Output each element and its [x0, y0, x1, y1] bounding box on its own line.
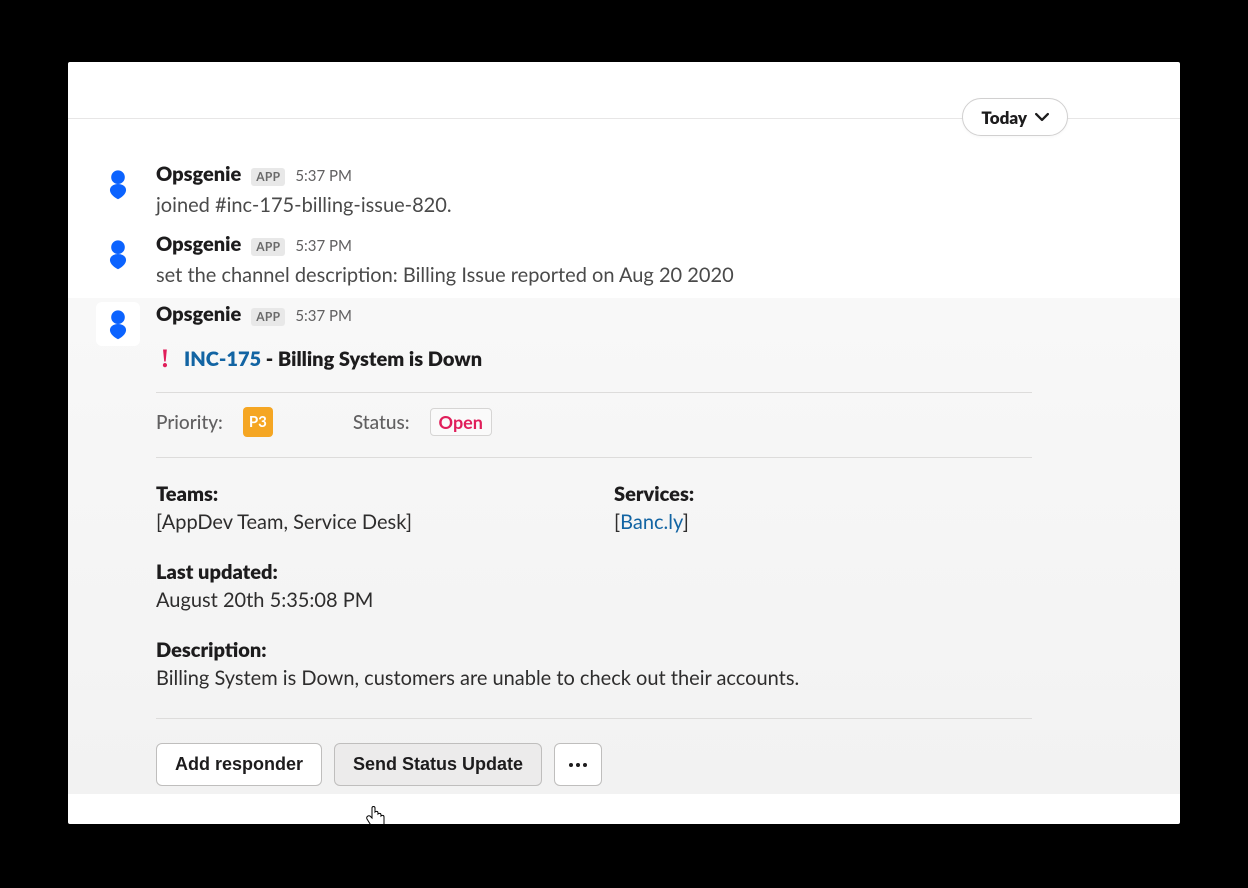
priority-status-row: Priority: P3 Status: Open	[156, 407, 1032, 437]
app-badge: APP	[251, 308, 285, 326]
send-status-update-button[interactable]: Send Status Update	[334, 743, 542, 786]
message-content: Opsgenie APP 5:37 PM set the channel des…	[156, 230, 1152, 290]
opsgenie-icon	[101, 167, 135, 201]
avatar-gutter	[96, 230, 144, 290]
priority-label: Priority:	[156, 411, 223, 434]
message-header: Opsgenie APP 5:37 PM	[156, 300, 1152, 328]
app-badge: APP	[251, 168, 285, 186]
add-responder-button[interactable]: Add responder	[156, 743, 322, 786]
avatar[interactable]	[96, 162, 140, 206]
timestamp[interactable]: 5:37 PM	[295, 166, 352, 187]
more-actions-button[interactable]	[554, 743, 602, 786]
card-divider	[156, 718, 1032, 719]
timestamp[interactable]: 5:37 PM	[295, 236, 352, 257]
incident-title: ! INC-175 - Billing System is Down	[156, 346, 1032, 372]
field-services: Services: [Banc.ly]	[614, 482, 1032, 534]
avatar[interactable]	[96, 302, 140, 346]
app-badge: APP	[251, 238, 285, 256]
field-last-updated: Last updated: August 20th 5:35:08 PM	[156, 560, 1032, 612]
field-value: Billing System is Down, customers are un…	[156, 666, 1032, 690]
message-header: Opsgenie APP 5:37 PM	[156, 160, 1152, 188]
incident-fields: Teams: [AppDev Team, Service Desk] Servi…	[156, 482, 1032, 690]
sender-name[interactable]: Opsgenie	[156, 300, 241, 328]
incident-title-suffix: - Billing System is Down	[261, 347, 482, 371]
field-teams: Teams: [AppDev Team, Service Desk]	[156, 482, 574, 534]
field-label: Services:	[614, 482, 1032, 506]
opsgenie-icon	[101, 307, 135, 341]
message: Opsgenie APP 5:37 PM joined #inc-175-bil…	[68, 158, 1180, 228]
message-content: Opsgenie APP 5:37 PM joined #inc-175-bil…	[156, 160, 1152, 220]
avatar-gutter	[96, 300, 144, 786]
message-header: Opsgenie APP 5:37 PM	[156, 230, 1152, 258]
chevron-down-icon	[1035, 107, 1049, 128]
field-label: Teams:	[156, 482, 574, 506]
status-badge: Open	[430, 408, 492, 436]
sender-name[interactable]: Opsgenie	[156, 230, 241, 258]
field-label: Last updated:	[156, 560, 1032, 584]
message: Opsgenie APP 5:37 PM set the channel des…	[68, 228, 1180, 298]
message-body: joined #inc-175-billing-issue-820.	[156, 190, 1152, 220]
date-separator-label: Today	[981, 107, 1027, 128]
ellipsis-icon	[569, 763, 587, 767]
sender-name[interactable]: Opsgenie	[156, 160, 241, 188]
field-value: [AppDev Team, Service Desk]	[156, 510, 574, 534]
message-content: Opsgenie APP 5:37 PM ! INC-175 - Billing…	[156, 300, 1152, 786]
message-list: Opsgenie APP 5:37 PM joined #inc-175-bil…	[68, 158, 1180, 794]
card-divider	[156, 392, 1032, 393]
incident-card: ! INC-175 - Billing System is Down Prior…	[156, 346, 1152, 786]
timestamp[interactable]: 5:37 PM	[295, 306, 352, 327]
pointer-cursor-icon	[365, 806, 385, 824]
message: Opsgenie APP 5:37 PM ! INC-175 - Billing…	[68, 298, 1180, 794]
field-value: August 20th 5:35:08 PM	[156, 588, 1032, 612]
priority-badge: P3	[243, 407, 273, 437]
incident-actions: Add responder Send Status Update	[156, 743, 1032, 786]
slack-message-pane: Today Opsgenie APP 5:37 PM	[68, 62, 1180, 824]
opsgenie-icon	[101, 237, 135, 271]
incident-link[interactable]: INC-175	[184, 347, 261, 371]
date-separator-pill[interactable]: Today	[962, 98, 1068, 136]
avatar-gutter	[96, 160, 144, 220]
avatar[interactable]	[96, 232, 140, 276]
field-description: Description: Billing System is Down, cus…	[156, 638, 1032, 690]
message-body: set the channel description: Billing Iss…	[156, 260, 1152, 290]
field-value: [Banc.ly]	[614, 510, 1032, 534]
alert-icon: !	[156, 346, 174, 372]
status-label: Status:	[353, 411, 410, 434]
service-link[interactable]: Banc.ly	[620, 510, 683, 534]
card-divider	[156, 457, 1032, 458]
field-label: Description:	[156, 638, 1032, 662]
